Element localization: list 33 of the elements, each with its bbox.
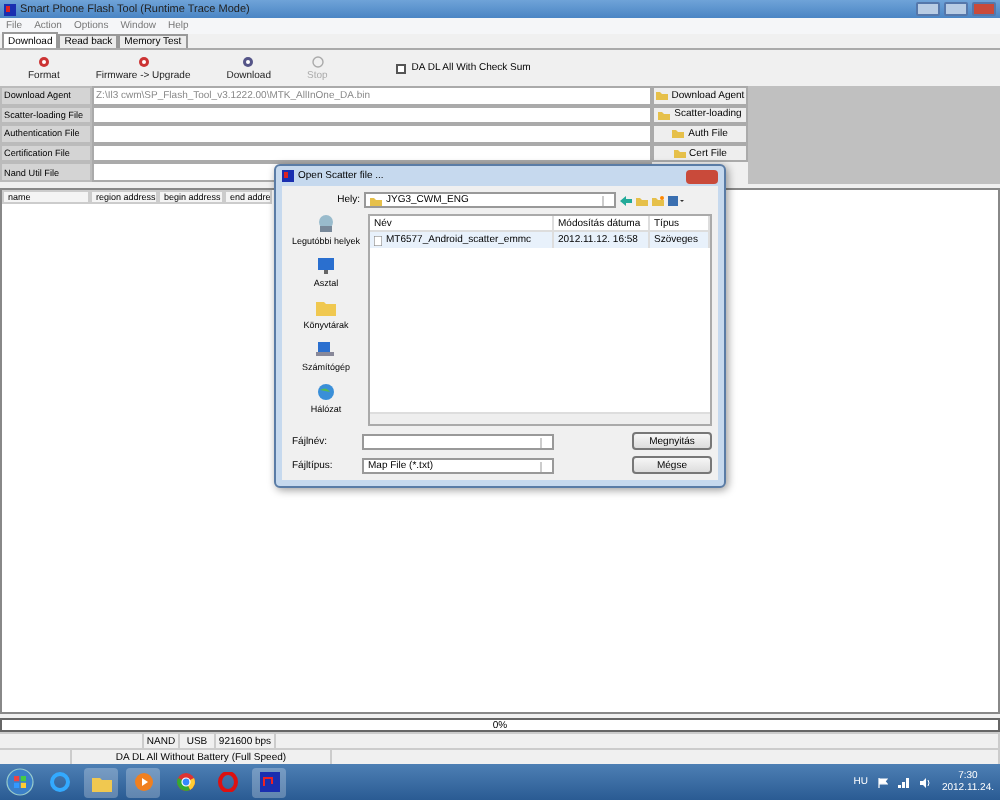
speaker-icon[interactable] [919,777,932,787]
recent-places-icon [316,214,336,234]
disc-icon [242,55,255,67]
folder-up-icon[interactable] [636,195,648,205]
minimize-button[interactable] [916,2,940,16]
new-folder-icon[interactable] [652,195,664,205]
close-button[interactable] [686,169,718,183]
circle-icon [311,55,324,67]
app-icon [4,3,16,15]
disc-icon [137,55,150,67]
path-field[interactable] [92,105,652,125]
monitor-icon [315,256,336,276]
disc-icon [37,55,50,67]
folder-icon [370,195,382,205]
scrollbar[interactable] [370,412,710,424]
checkbox[interactable] [395,63,406,73]
document-icon [374,235,382,245]
start-button[interactable] [6,768,34,796]
back-arrow-icon[interactable] [620,195,632,205]
play-icon[interactable] [126,767,160,797]
signal-icon[interactable] [897,777,910,787]
app-icon [282,170,294,182]
flag-icon[interactable] [877,777,888,787]
path-field[interactable] [92,143,652,163]
path-field[interactable] [92,124,652,144]
filename-field[interactable] [362,433,554,449]
globe-icon [315,382,336,402]
view-menu-icon[interactable] [668,195,684,205]
maximize-button[interactable] [944,2,968,16]
folder-icon[interactable] [84,767,118,797]
computer-icon [315,340,336,360]
folder-icon [315,298,336,318]
app-icon[interactable] [252,767,286,797]
